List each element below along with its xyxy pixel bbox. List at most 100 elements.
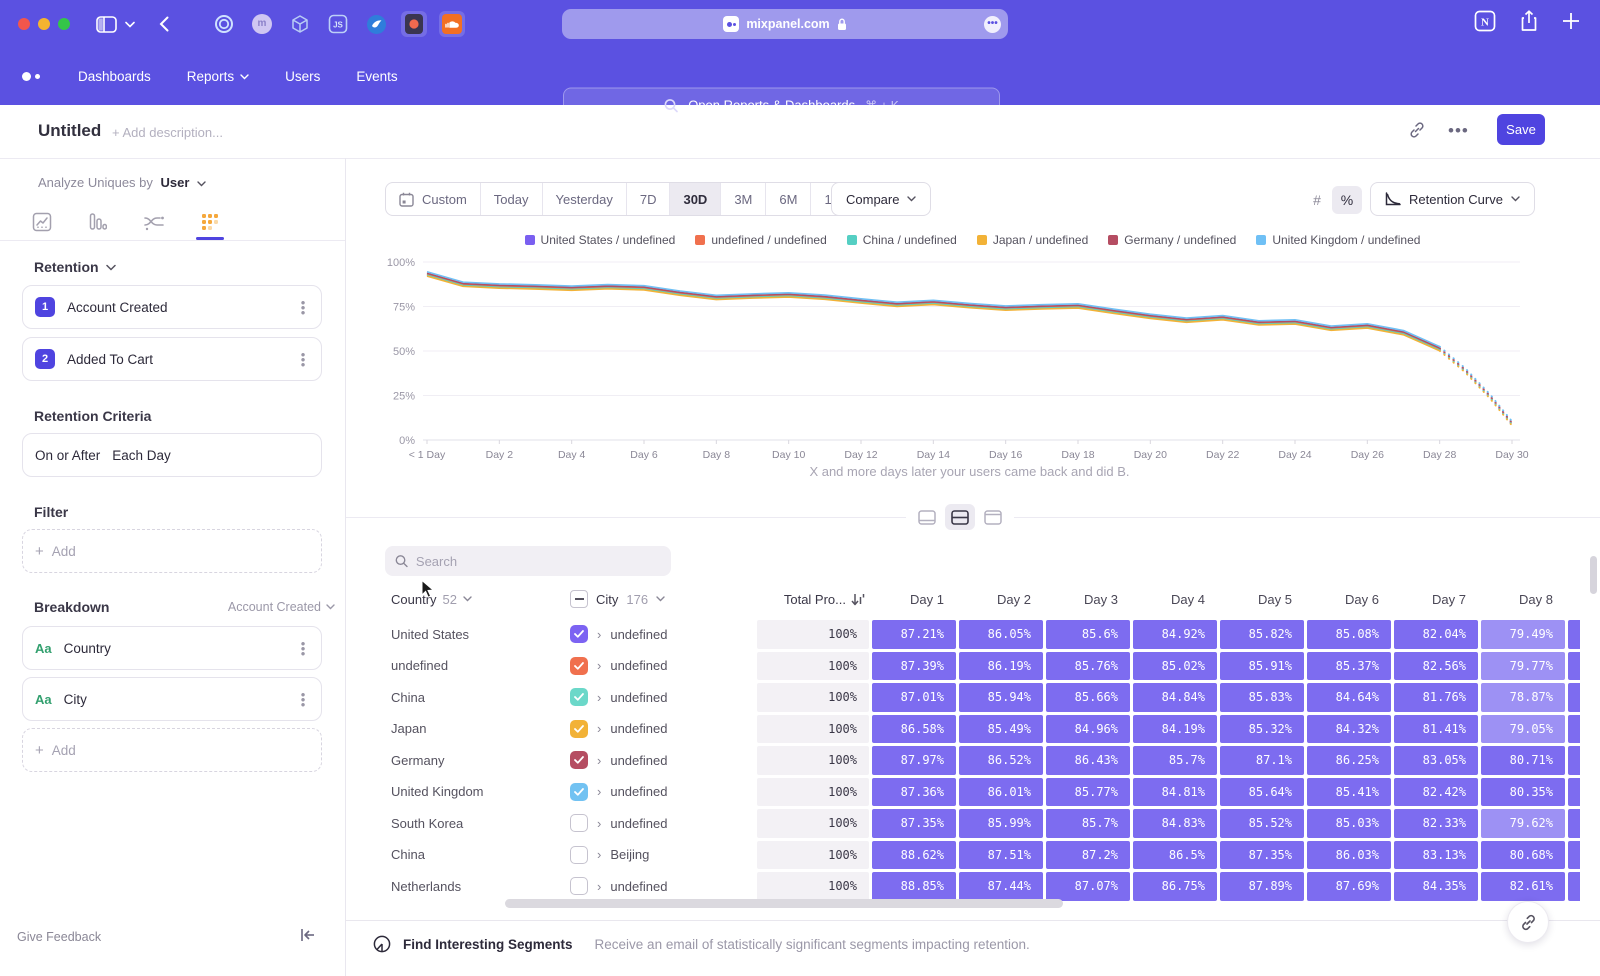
retention-cell[interactable]: 87.01% — [872, 683, 956, 712]
give-feedback-link[interactable]: Give Feedback — [17, 930, 101, 944]
retention-cell[interactable]: 87.97% — [872, 746, 956, 775]
extension-cube-icon[interactable] — [287, 11, 313, 37]
retention-cell[interactable]: 83.05% — [1394, 746, 1478, 775]
retention-cell[interactable]: 82.42% — [1394, 778, 1478, 807]
tab-funnels[interactable] — [84, 205, 112, 239]
tab-retention[interactable] — [196, 205, 224, 239]
extension-js-icon[interactable]: JS — [325, 11, 351, 37]
minimize-window-button[interactable] — [38, 18, 50, 30]
retention-cell[interactable]: 85.37% — [1307, 652, 1391, 681]
report-title[interactable]: Untitled — [38, 121, 101, 141]
compare-button[interactable]: Compare — [831, 182, 931, 216]
select-all-checkbox[interactable] — [570, 590, 588, 608]
extension-m-avatar-icon[interactable]: m — [249, 11, 275, 37]
data-management-icon[interactable] — [1232, 114, 1254, 136]
copy-link-icon[interactable] — [1408, 121, 1426, 139]
retention-cell[interactable]: 85.66% — [1046, 683, 1130, 712]
retention-cell[interactable]: 80.35% — [1481, 778, 1565, 807]
sidebar-toggle-icon[interactable] — [96, 16, 117, 33]
day-header[interactable]: Day 4 — [1133, 592, 1217, 607]
retention-cell[interactable]: 82.61% — [1481, 872, 1565, 901]
retention-cell[interactable]: 79.49% — [1481, 620, 1565, 649]
expand-row-icon[interactable]: › — [597, 847, 601, 862]
city-column-header[interactable]: City 176 — [570, 590, 757, 608]
range-6m[interactable]: 6M — [765, 183, 810, 215]
vertical-scrollbar[interactable] — [1590, 556, 1597, 594]
filter-add-button[interactable]: + Add — [22, 529, 322, 573]
retention-cell[interactable]: 80.68% — [1481, 841, 1565, 870]
retention-cell[interactable]: 85.6% — [1046, 620, 1130, 649]
retention-cell[interactable]: 83.13% — [1394, 841, 1478, 870]
legend-item[interactable]: Japan / undefined — [977, 233, 1088, 247]
legend-item[interactable]: Germany / undefined — [1108, 233, 1236, 247]
retention-cell[interactable]: 87.07% — [1046, 872, 1130, 901]
day-header[interactable]: Day 3 — [1046, 592, 1130, 607]
retention-cell[interactable]: 85.7% — [1046, 809, 1130, 838]
extension-bird-icon[interactable] — [363, 11, 389, 37]
tab-chevron-icon[interactable] — [125, 21, 135, 28]
retention-cell[interactable]: 86.19% — [959, 652, 1043, 681]
retention-cell[interactable]: 85.08% — [1307, 620, 1391, 649]
retention-cell[interactable]: 86.03% — [1307, 841, 1391, 870]
breakdown-kebab-icon[interactable]: ••• — [297, 641, 309, 656]
retention-cell[interactable]: 84.32% — [1307, 715, 1391, 744]
row-checkbox[interactable] — [570, 783, 588, 801]
breakdown-card-city[interactable]: Aa City ••• — [22, 677, 322, 721]
range-yesterday[interactable]: Yesterday — [542, 183, 626, 215]
share-icon[interactable] — [1520, 10, 1538, 32]
retention-cell[interactable]: 84.64% — [1307, 683, 1391, 712]
retention-cell[interactable]: 84.84% — [1133, 683, 1217, 712]
add-description[interactable]: + Add description... — [112, 125, 223, 140]
url-bar[interactable]: mixpanel.com ••• — [562, 9, 1008, 39]
legend-item[interactable]: United States / undefined — [525, 233, 676, 247]
expand-row-icon[interactable]: › — [597, 721, 601, 736]
tab-insights[interactable] — [28, 205, 56, 239]
table-search-input[interactable] — [416, 554, 661, 569]
range-30d[interactable]: 30D — [669, 183, 720, 215]
row-checkbox[interactable] — [570, 688, 588, 706]
retention-cell[interactable]: 85.7% — [1133, 746, 1217, 775]
share-link-floating-button[interactable] — [1507, 901, 1549, 943]
expand-row-icon[interactable]: › — [597, 690, 601, 705]
retention-cell[interactable]: 86.43% — [1046, 746, 1130, 775]
count-toggle-button[interactable]: # — [1302, 186, 1332, 214]
retention-cell[interactable]: 84.96% — [1046, 715, 1130, 744]
retention-cell[interactable]: 80.71% — [1481, 746, 1565, 775]
retention-cell[interactable]: 85.02% — [1133, 652, 1217, 681]
global-search[interactable]: Open Reports & Dashboards ⌘ + K — [563, 88, 1000, 123]
row-checkbox[interactable] — [570, 720, 588, 738]
total-column-header[interactable]: Total Pro... — [757, 592, 869, 607]
retention-cell[interactable]: 85.77% — [1046, 778, 1130, 807]
retention-cell[interactable]: 85.91% — [1220, 652, 1304, 681]
day-header[interactable]: Day 7 — [1394, 592, 1478, 607]
expand-row-icon[interactable]: › — [597, 658, 601, 673]
save-button[interactable]: Save — [1497, 114, 1545, 145]
table-search[interactable] — [385, 546, 671, 576]
breakdown-card-country[interactable]: Aa Country ••• — [22, 626, 322, 670]
nav-item-events[interactable]: Events — [356, 69, 397, 84]
retention-cell[interactable]: 87.89% — [1220, 872, 1304, 901]
row-checkbox[interactable] — [570, 877, 588, 895]
apps-grid-icon[interactable] — [1280, 116, 1298, 134]
help-icon[interactable]: ? — [1324, 114, 1345, 135]
range-3m[interactable]: 3M — [720, 183, 765, 215]
row-checkbox[interactable] — [570, 657, 588, 675]
extension-soundcloud-icon[interactable] — [439, 11, 465, 37]
layout-split-icon[interactable] — [945, 504, 975, 530]
retention-cell[interactable]: 86.52% — [959, 746, 1043, 775]
range-custom[interactable]: Custom — [386, 183, 480, 215]
row-checkbox[interactable] — [570, 846, 588, 864]
step-card-2[interactable]: 2 Added To Cart ••• — [22, 337, 322, 381]
retention-cell[interactable]: 79.77% — [1481, 652, 1565, 681]
back-button-icon[interactable] — [159, 16, 169, 32]
criteria-interval[interactable]: Each Day — [112, 448, 309, 463]
retention-cell[interactable]: 86.05% — [959, 620, 1043, 649]
expand-row-icon[interactable]: › — [597, 879, 601, 894]
nav-item-reports[interactable]: Reports — [187, 69, 249, 84]
country-column-header[interactable]: Country 52 — [385, 592, 570, 607]
expand-row-icon[interactable]: › — [597, 753, 601, 768]
analyze-value[interactable]: User — [161, 175, 190, 190]
retention-cell[interactable]: 87.1% — [1220, 746, 1304, 775]
retention-cell[interactable]: 87.39% — [872, 652, 956, 681]
retention-cell[interactable]: 84.19% — [1133, 715, 1217, 744]
